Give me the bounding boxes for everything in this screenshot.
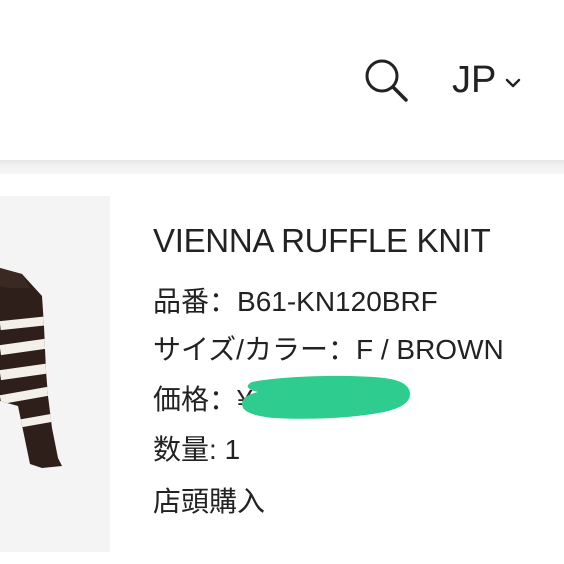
quantity-label: 数量:: [153, 434, 217, 465]
quantity-value: 1: [224, 434, 241, 465]
product-name[interactable]: VIENNA RUFFLE KNIT: [153, 222, 491, 260]
header-divider: [0, 160, 564, 174]
item-number-value: B61-KN120BRF: [237, 286, 438, 317]
size-color-label: サイズ/カラー：: [153, 334, 356, 365]
purchase-method: 店頭購入: [153, 486, 266, 517]
chevron-down-icon: [506, 78, 521, 88]
price-label: 価格：: [153, 384, 238, 415]
search-button[interactable]: [362, 56, 410, 104]
site-header: JP: [0, 0, 564, 160]
item-number-label: 品番：: [153, 286, 238, 317]
striped-sweater-image: [0, 268, 62, 468]
size-color-value: F / BROWN: [355, 334, 504, 365]
quantity-row: 数量: 1: [153, 428, 240, 468]
search-icon: [365, 59, 408, 102]
language-selector[interactable]: JP: [452, 58, 522, 102]
language-label: JP: [452, 58, 497, 101]
item-number-row: 品番：B61-KN120BRF: [153, 280, 438, 320]
size-color-row: サイズ/カラー：F / BROWN: [153, 328, 504, 368]
product-image[interactable]: [0, 196, 110, 552]
price-redaction-mark: [242, 375, 410, 419]
